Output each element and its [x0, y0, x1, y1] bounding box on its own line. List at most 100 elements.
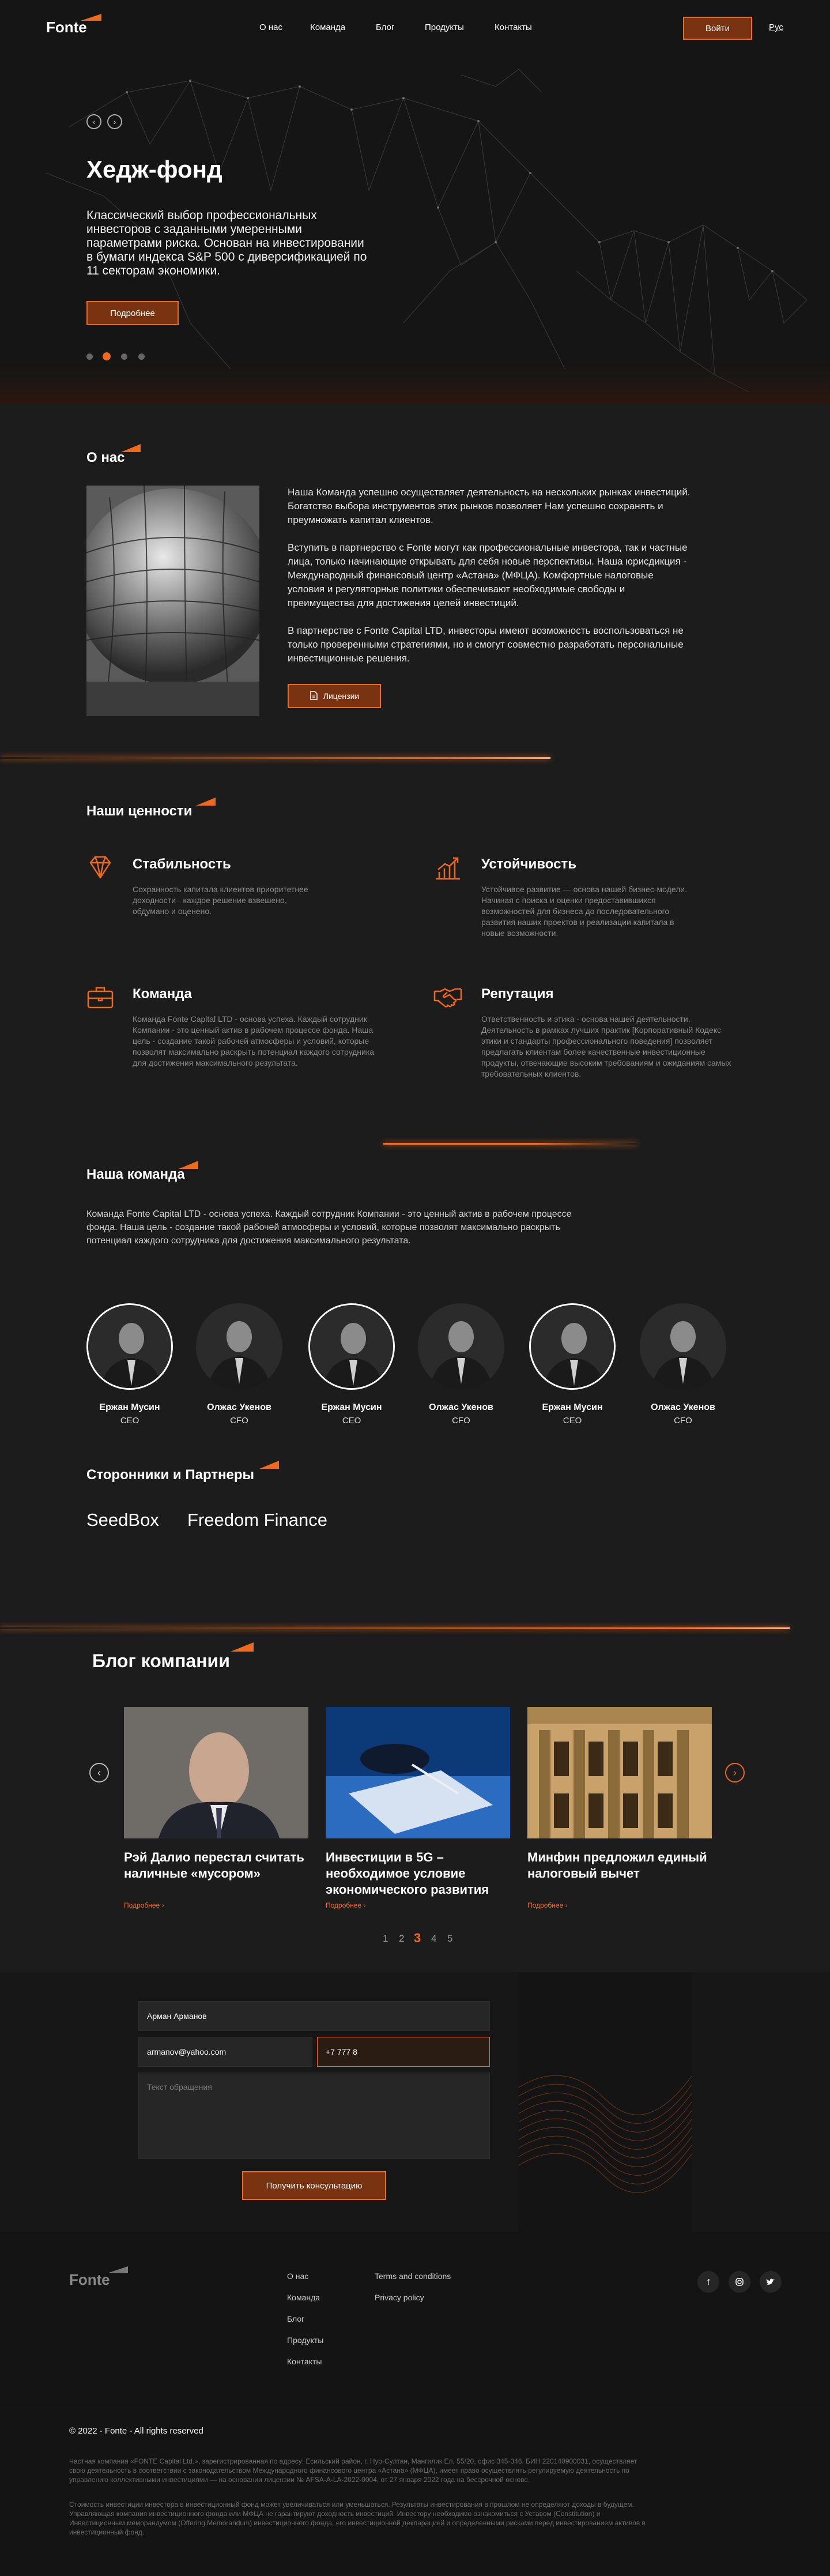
- legal-text-2: Стоимость инвестиции инвестора в инвести…: [69, 2500, 646, 2536]
- divider-glow-line: [0, 757, 550, 759]
- nav-item-blog[interactable]: Блог: [376, 22, 394, 32]
- copyright: © 2022 - Fonte - All rights reserved: [69, 2426, 203, 2436]
- nav-item-contacts[interactable]: Контакты: [495, 22, 532, 32]
- footer-link-blog[interactable]: Блог: [287, 2314, 304, 2323]
- handshake-icon: [433, 988, 462, 1008]
- building-sphere-graphic: [86, 486, 259, 716]
- blog-card-more-link[interactable]: Подробнее ›: [326, 1901, 366, 1909]
- name-field[interactable]: Арман Арманов: [138, 2001, 490, 2031]
- briefcase-icon: [87, 987, 114, 1009]
- team-intro: Команда Fonte Capital LTD - основа успех…: [86, 1209, 572, 1246]
- footer-link-about[interactable]: О нас: [287, 2272, 308, 2281]
- slide-dot[interactable]: [86, 354, 93, 360]
- team-member-name: Олжас Укенов: [429, 1402, 493, 1412]
- language-switcher[interactable]: Рус: [769, 22, 783, 32]
- logo-accent-icon: [107, 2266, 128, 2273]
- team-member-avatar[interactable]: [196, 1303, 282, 1390]
- value-text-stability: Сохранность капитала клиентов приоритетн…: [133, 885, 308, 916]
- nav-item-team[interactable]: Команда: [310, 22, 345, 32]
- site-header: Fonte О нас Команда Блог Продукты Контак…: [0, 0, 830, 58]
- facebook-icon[interactable]: f: [697, 2271, 719, 2293]
- team-member-role: CEO: [342, 1416, 361, 1426]
- pagination-page[interactable]: 4: [431, 1933, 436, 1945]
- phone-field[interactable]: +7 777 8: [317, 2037, 490, 2067]
- submit-consultation-button[interactable]: Получить консультацию: [242, 2171, 386, 2200]
- hero-bottom-glow: [0, 363, 830, 404]
- blog-card-more-link[interactable]: Подробнее ›: [527, 1901, 568, 1909]
- footer-logo[interactable]: Fonte: [69, 2271, 110, 2289]
- team-member-name: Ержан Мусин: [542, 1402, 603, 1412]
- pagination-page[interactable]: 1: [383, 1933, 388, 1945]
- footer-link-privacy[interactable]: Privacy policy: [375, 2293, 424, 2302]
- team-member-role: CFO: [230, 1416, 248, 1426]
- value-title-reputation: Репутация: [481, 986, 554, 1002]
- slide-dot-active[interactable]: [103, 352, 111, 360]
- team-member-name: Олжас Укенов: [207, 1402, 271, 1412]
- blog-card-title[interactable]: Инвестиции в 5G – необходимое условие эк…: [326, 1849, 516, 1898]
- diamond-icon: [89, 856, 111, 879]
- divider-glow-line: [383, 1143, 637, 1145]
- footer-link-products[interactable]: Продукты: [287, 2336, 323, 2345]
- pagination-page-active[interactable]: 3: [414, 1931, 421, 1946]
- blog-card-image-building[interactable]: [527, 1707, 712, 1838]
- logo[interactable]: Fonte: [46, 18, 87, 36]
- about-paragraph-1: Наша Команда успешно осуществляет деятел…: [288, 487, 691, 525]
- partner-freedom-finance[interactable]: Freedom Finance: [187, 1510, 327, 1530]
- team-member-name: Ержан Мусин: [99, 1402, 160, 1412]
- site-footer: Fonte О нас Команда Блог Продукты Контак…: [0, 2232, 830, 2576]
- nav-item-products[interactable]: Продукты: [425, 22, 464, 32]
- pagination-page[interactable]: 5: [447, 1933, 452, 1945]
- login-button[interactable]: Войти: [683, 17, 752, 40]
- blog-card-title[interactable]: Рэй Далио перестал считать наличные «мус…: [124, 1849, 314, 1882]
- team-member-avatar[interactable]: [308, 1303, 395, 1390]
- divider-glow-line: [0, 1627, 790, 1629]
- hero-section: ‹ › Хедж-фонд Классический выбор професс…: [0, 0, 830, 404]
- blog-card-image-portrait[interactable]: [124, 1707, 308, 1838]
- value-title-team: Команда: [133, 986, 192, 1002]
- instagram-icon[interactable]: [729, 2271, 750, 2293]
- hero-more-button[interactable]: Подробнее: [86, 301, 179, 325]
- partner-seedbox[interactable]: SeedBox: [86, 1510, 159, 1530]
- hero-next-arrow-icon[interactable]: ›: [107, 114, 122, 129]
- value-title-sustainability: Устойчивость: [481, 856, 576, 872]
- about-building-image: [86, 486, 259, 716]
- blog-card-more-link[interactable]: Подробнее ›: [124, 1901, 164, 1909]
- wave-pattern-decoration: [519, 1972, 692, 2232]
- blog-card-image-hands[interactable]: [326, 1707, 510, 1838]
- value-text-team: Команда Fonte Capital LTD - основа успех…: [133, 1014, 375, 1067]
- value-text-sustainability: Устойчивое развитие — основа нашей бизне…: [481, 885, 687, 938]
- message-textarea[interactable]: Текст обращения: [138, 2073, 490, 2159]
- nav-item-about[interactable]: О нас: [259, 22, 282, 32]
- licenses-label: Лицензии: [323, 691, 360, 701]
- footer-link-team[interactable]: Команда: [287, 2293, 320, 2302]
- team-member-avatar[interactable]: [640, 1303, 726, 1390]
- slide-dot[interactable]: [138, 354, 145, 360]
- hero-description: Классический выбор профессиональных инве…: [86, 209, 367, 277]
- team-title: Наша команда: [86, 1167, 185, 1182]
- blog-card-title[interactable]: Минфин предложил единый налоговый вычет: [527, 1849, 718, 1882]
- title-accent-icon: [231, 1642, 254, 1652]
- pagination-page[interactable]: 2: [399, 1933, 404, 1945]
- blog-title: Блог компании: [92, 1650, 230, 1671]
- team-member-avatar[interactable]: [418, 1303, 504, 1390]
- team-member-role: CEO: [120, 1416, 139, 1426]
- twitter-icon[interactable]: [760, 2271, 782, 2293]
- slide-dot[interactable]: [121, 354, 127, 360]
- blog-prev-arrow-icon[interactable]: ‹: [89, 1763, 109, 1782]
- team-member-role: CFO: [674, 1416, 692, 1426]
- hero-prev-arrow-icon[interactable]: ‹: [86, 114, 101, 129]
- blog-next-arrow-icon[interactable]: ›: [725, 1763, 745, 1782]
- team-member-name: Ержан Мусин: [321, 1402, 382, 1412]
- title-accent-icon: [179, 1161, 198, 1169]
- team-member-avatar[interactable]: [529, 1303, 616, 1390]
- growth-chart-icon: [436, 857, 460, 880]
- footer-link-terms[interactable]: Terms and conditions: [375, 2272, 451, 2281]
- hero-background-bull-bear: [46, 69, 808, 393]
- hero-title: Хедж-фонд: [86, 156, 222, 183]
- licenses-button[interactable]: Лицензии: [288, 684, 381, 708]
- document-icon: [310, 690, 318, 702]
- about-paragraph-2: Вступить в партнерство с Fonte могут как…: [288, 542, 688, 608]
- email-field[interactable]: armanov@yahoo.com: [138, 2037, 312, 2067]
- team-member-avatar[interactable]: [86, 1303, 173, 1390]
- footer-link-contacts[interactable]: Контакты: [287, 2357, 322, 2366]
